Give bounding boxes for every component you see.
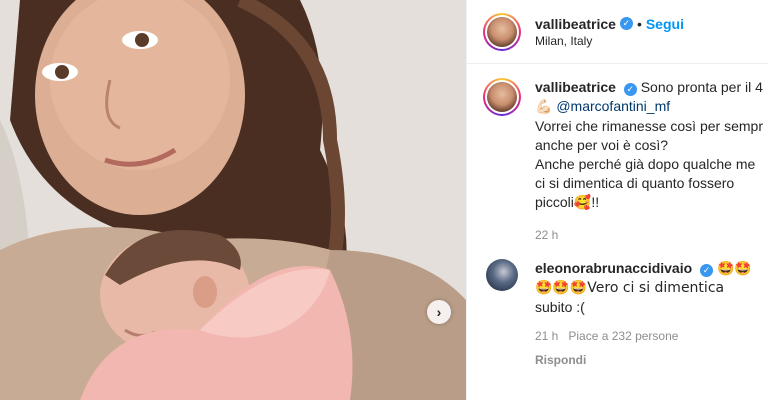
reply-button[interactable]: Rispondi [535, 351, 752, 370]
author-username[interactable]: vallibeatrice [535, 16, 616, 32]
caption-line: Vorrei che rimanesse così per sempr [535, 118, 763, 134]
caption-text-start: Sono pronta per il 4 [640, 79, 763, 95]
caption-username[interactable]: vallibeatrice [535, 79, 616, 95]
caption-avatar[interactable] [483, 78, 521, 116]
post-side-panel: vallibeatrice ✓ • Segui Milan, Italy val… [466, 0, 768, 400]
comment-text-end: subito :( [535, 299, 585, 315]
post-photo-illustration [0, 0, 466, 400]
comment-text: 🤩🤩🤩Vero ci si dimentica [535, 280, 725, 296]
commenter-avatar[interactable] [486, 259, 518, 291]
verified-badge-icon: ✓ [623, 83, 637, 96]
post-caption: vallibeatrice ✓ Sono pronta per il 4 💪🏻 … [467, 64, 768, 245]
next-image-button[interactable]: › [427, 300, 451, 324]
caption-line: Anche perché già dopo qualche me [535, 156, 756, 172]
caption-timestamp[interactable]: 22 h [535, 226, 763, 245]
comment-timestamp[interactable]: 21 h [535, 327, 558, 346]
post-location[interactable]: Milan, Italy [535, 34, 684, 48]
avatar-image [487, 82, 517, 112]
follow-button[interactable]: Segui [646, 16, 684, 32]
comment-item: eleonorabrunaccidivaio ✓ 🤩🤩 🤩🤩🤩Vero ci s… [467, 245, 768, 370]
chevron-right-icon: › [436, 304, 442, 320]
comment-emojis: 🤩🤩 [716, 261, 752, 277]
avatar-image [487, 16, 517, 47]
post-image: › [0, 0, 466, 400]
separator-dot: • [636, 15, 642, 32]
caption-mention-link[interactable]: @marcofantini_mf [556, 98, 670, 114]
verified-badge-icon: ✓ [700, 264, 714, 277]
caption-line: piccoli🥰!! [535, 194, 600, 210]
caption-line: ci si dimentica di quanto fossero [535, 175, 735, 191]
post-header: vallibeatrice ✓ • Segui Milan, Italy [467, 0, 768, 64]
verified-badge-icon: ✓ [619, 17, 633, 30]
commenter-username[interactable]: eleonorabrunaccidivaio [535, 260, 692, 276]
caption-line: anche per voi è così? [535, 137, 669, 153]
author-avatar[interactable] [483, 12, 521, 51]
comment-likes[interactable]: Piace a 232 persone [568, 327, 678, 346]
flexed-arm-emoji-icon: 💪🏻 [535, 99, 553, 115]
